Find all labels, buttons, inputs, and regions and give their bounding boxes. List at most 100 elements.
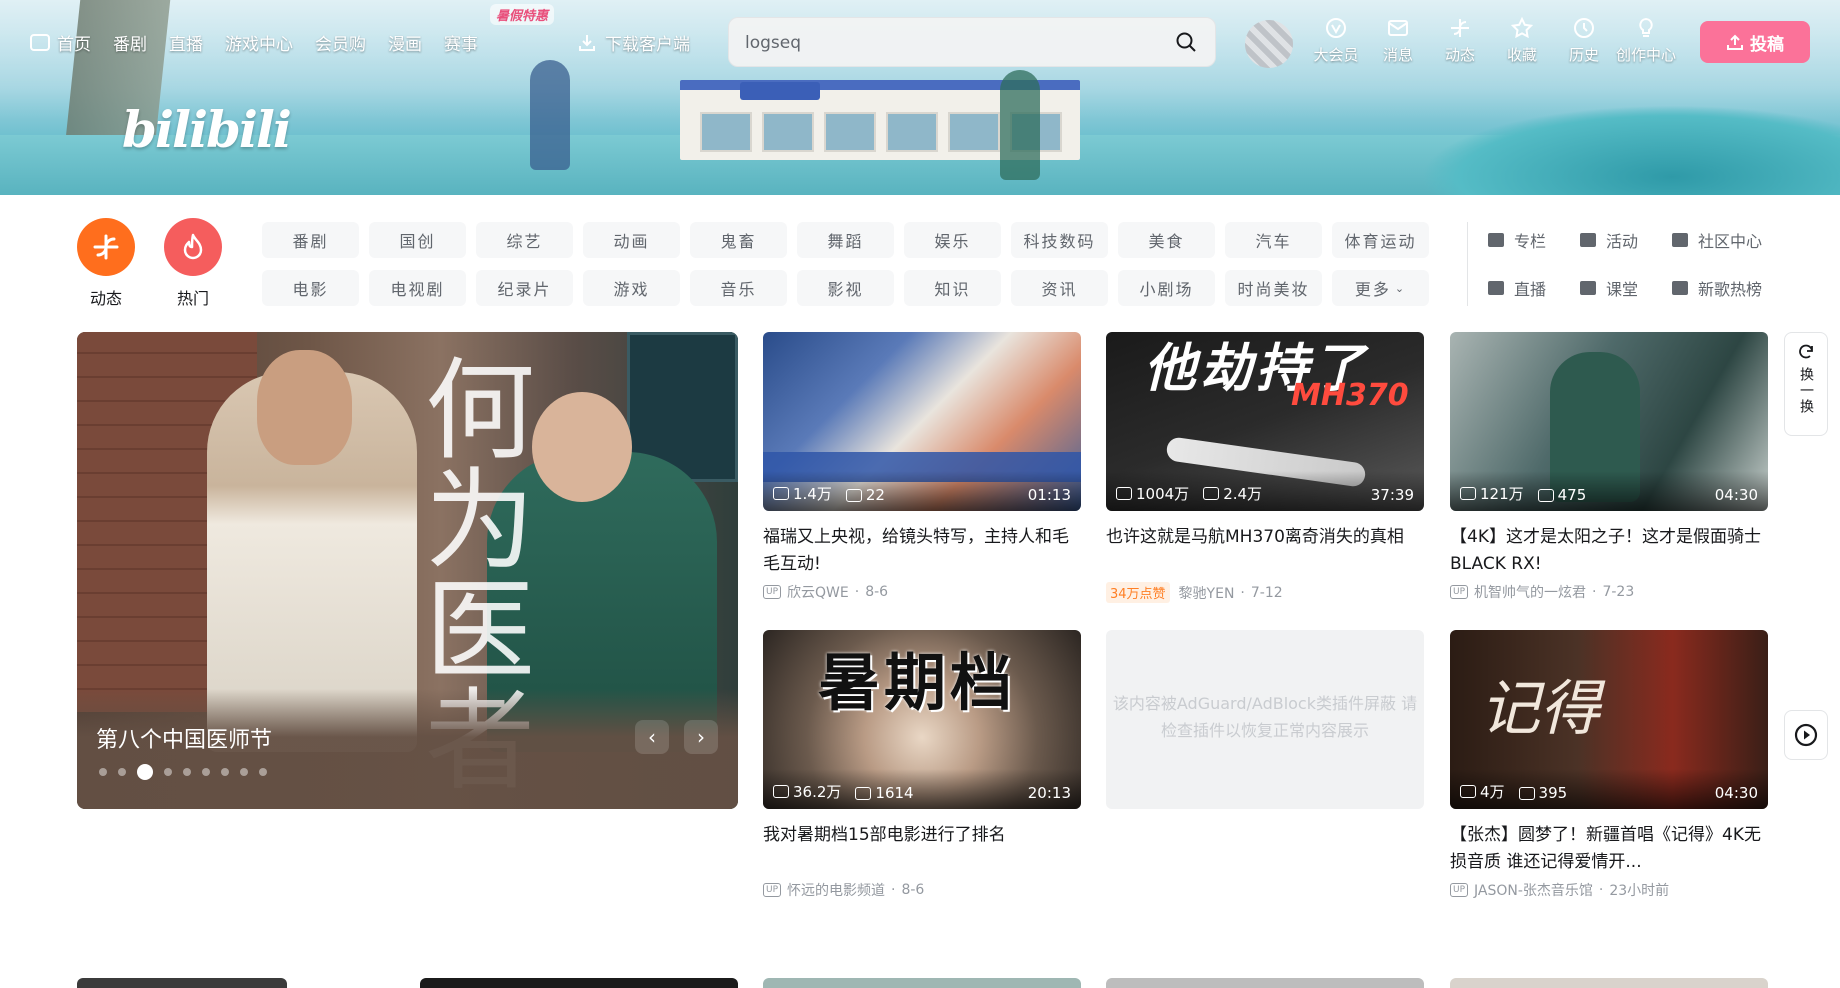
- nav-vip[interactable]: 大会员: [1305, 16, 1367, 65]
- nav-manga[interactable]: 漫画: [388, 30, 422, 55]
- video-title[interactable]: 也许这就是马航MH370离奇消失的真相: [1106, 524, 1424, 578]
- channel-chip[interactable]: 娱乐: [904, 222, 1001, 258]
- video-title[interactable]: 【张杰】圆梦了！新疆首唱《记得》4K无损音质 谁还记得爱情开...: [1450, 822, 1768, 876]
- video-meta[interactable]: 34万点赞 黎驰YEN · 7-12: [1106, 582, 1424, 603]
- video-card[interactable]: 他劫持了 MH370 1004万 2.4万 37:39 也许这就是马航MH370离奇…: [1106, 332, 1424, 603]
- link-live[interactable]: 直播: [1488, 270, 1580, 306]
- channel-chip[interactable]: 时尚美妆: [1225, 270, 1322, 306]
- avatar[interactable]: [1245, 20, 1293, 68]
- channel-chip[interactable]: 科技数码: [1011, 222, 1108, 258]
- back-to-top-button[interactable]: [1784, 710, 1828, 760]
- play-icon: [773, 785, 789, 798]
- video-card[interactable]: 121万 475 04:30 【4K】这才是太阳之子！这才是假面骑士BLACK RX…: [1450, 332, 1768, 602]
- carousel-dot-active[interactable]: [137, 764, 153, 780]
- left-nav: 首页 番剧 直播 游戏中心 会员购 漫画 赛事: [30, 30, 500, 55]
- play-count: 1004万: [1116, 483, 1189, 504]
- carousel-dot[interactable]: [183, 768, 191, 776]
- nav-game-center[interactable]: 游戏中心: [225, 30, 293, 55]
- video-title[interactable]: 我对暑期档15部电影进行了排名: [763, 822, 1081, 876]
- nav-creator-center[interactable]: 创作中心: [1615, 16, 1677, 65]
- video-meta[interactable]: UP 欣云QWE · 8-6: [763, 582, 1081, 602]
- carousel-dot[interactable]: [118, 768, 126, 776]
- video-thumbnail[interactable]: 记得 4万 395 04:30: [1450, 630, 1768, 809]
- quick-hot[interactable]: 热门: [164, 218, 222, 309]
- nav-home[interactable]: 首页: [30, 30, 91, 55]
- nav-favorites[interactable]: 收藏: [1491, 16, 1553, 65]
- video-card[interactable]: 暑期档 36.2万 1614 20:13 我对暑期档15部电影进行了排名 UP 怀远的…: [763, 630, 1081, 900]
- channel-chip[interactable]: 影视: [797, 270, 894, 306]
- carousel-prev-button[interactable]: ‹: [635, 720, 669, 754]
- video-card[interactable]: 记得 4万 395 04:30 【张杰】圆梦了！新疆首唱《记得》4K无损音质 谁还记…: [1450, 630, 1768, 900]
- channel-chip[interactable]: 动画: [583, 222, 680, 258]
- video-thumbnail[interactable]: 他劫持了 MH370 1004万 2.4万 37:39: [1106, 332, 1424, 511]
- promo-badge[interactable]: 暑假特惠: [490, 4, 555, 25]
- channel-chip[interactable]: 游戏: [583, 270, 680, 306]
- channel-chip[interactable]: 舞蹈: [797, 222, 894, 258]
- video-meta[interactable]: UP 机智帅气的一炫君 · 7-23: [1450, 582, 1768, 602]
- nav-anime[interactable]: 番剧: [113, 30, 147, 55]
- duration: 04:30: [1714, 486, 1758, 504]
- nav-dynamic[interactable]: 动态: [1429, 16, 1491, 65]
- refresh-feed-button[interactable]: 换一换: [1784, 332, 1828, 436]
- tv-icon: [30, 34, 50, 51]
- carousel-title[interactable]: 第八个中国医师节: [96, 722, 272, 754]
- download-client-link[interactable]: 下载客户端: [577, 30, 690, 55]
- carousel-dot[interactable]: [240, 768, 248, 776]
- video-thumbnail[interactable]: 121万 475 04:30: [1450, 332, 1768, 511]
- nav-messages[interactable]: 消息: [1367, 16, 1429, 65]
- bilibili-logo[interactable]: bilibili: [122, 100, 292, 159]
- link-activity[interactable]: 活动: [1580, 222, 1672, 258]
- link-community[interactable]: 社区中心: [1672, 222, 1782, 258]
- video-meta[interactable]: UP JASON-张杰音乐馆 · 23小时前: [1450, 880, 1768, 900]
- quick-dynamic[interactable]: 动态: [77, 218, 135, 309]
- danmaku-count: 22: [845, 486, 885, 504]
- channel-chip[interactable]: 汽车: [1225, 222, 1322, 258]
- video-card[interactable]: 1.4万 22 01:13 福瑞又上央视，给镜头特写，主持人和毛毛互动! UP 欣云Q…: [763, 332, 1081, 602]
- video-meta[interactable]: UP 怀远的电影频道 · 8-6: [763, 880, 1081, 900]
- search-icon[interactable]: [1175, 31, 1197, 53]
- nav-history[interactable]: 历史: [1553, 16, 1615, 65]
- video-title[interactable]: 【4K】这才是太阳之子！这才是假面骑士BLACK RX!: [1450, 524, 1768, 578]
- nav-live[interactable]: 直播: [169, 30, 203, 55]
- play-count: 1.4万: [773, 483, 832, 504]
- channel-chip[interactable]: 纪录片: [476, 270, 573, 306]
- link-course[interactable]: 课堂: [1580, 270, 1672, 306]
- carousel-dot[interactable]: [259, 768, 267, 776]
- channel-chip[interactable]: 体育运动: [1332, 222, 1429, 258]
- link-hot-songs[interactable]: 新歌热榜: [1672, 270, 1782, 306]
- link-column[interactable]: 专栏: [1488, 222, 1580, 258]
- channel-chip[interactable]: 资讯: [1011, 270, 1108, 306]
- download-icon: [579, 34, 595, 51]
- channel-chip[interactable]: 鬼畜: [690, 222, 787, 258]
- channel-chip[interactable]: 国创: [369, 222, 466, 258]
- carousel-dot[interactable]: [99, 768, 107, 776]
- upload-button[interactable]: 投稿: [1700, 21, 1810, 63]
- play-count: 121万: [1460, 483, 1524, 504]
- thumbnail-subtext: MH370: [1291, 378, 1409, 413]
- clock-icon: [1574, 18, 1594, 38]
- search-input[interactable]: [745, 28, 1145, 58]
- channel-chip[interactable]: 电影: [262, 270, 359, 306]
- play-icon: [773, 487, 789, 500]
- nav-mall[interactable]: 会员购: [315, 30, 366, 55]
- channel-chip[interactable]: 知识: [904, 270, 1001, 306]
- video-thumbnail[interactable]: 1.4万 22 01:13: [763, 332, 1081, 511]
- vip-icon: [1326, 18, 1346, 38]
- carousel-dot[interactable]: [221, 768, 229, 776]
- channel-chip[interactable]: 音乐: [690, 270, 787, 306]
- carousel-next-button[interactable]: ›: [684, 720, 718, 754]
- channel-chip[interactable]: 小剧场: [1118, 270, 1215, 306]
- course-icon: [1580, 281, 1596, 295]
- channel-chip[interactable]: 综艺: [476, 222, 573, 258]
- carousel-dot[interactable]: [164, 768, 172, 776]
- more-channels-button[interactable]: 更多 ⌄: [1332, 270, 1429, 306]
- video-title[interactable]: 福瑞又上央视，给镜头特写，主持人和毛毛互动!: [763, 524, 1081, 578]
- video-thumbnail[interactable]: 暑期档 36.2万 1614 20:13: [763, 630, 1081, 809]
- hero-carousel[interactable]: 何为医者 第八个中国医师节 ‹ ›: [77, 332, 738, 809]
- channel-chip[interactable]: 电视剧: [369, 270, 466, 306]
- carousel-dot[interactable]: [202, 768, 210, 776]
- channel-chip[interactable]: 番剧: [262, 222, 359, 258]
- nav-esports[interactable]: 赛事: [444, 30, 478, 55]
- channel-chip[interactable]: 美食: [1118, 222, 1215, 258]
- play-icon: [1460, 785, 1476, 798]
